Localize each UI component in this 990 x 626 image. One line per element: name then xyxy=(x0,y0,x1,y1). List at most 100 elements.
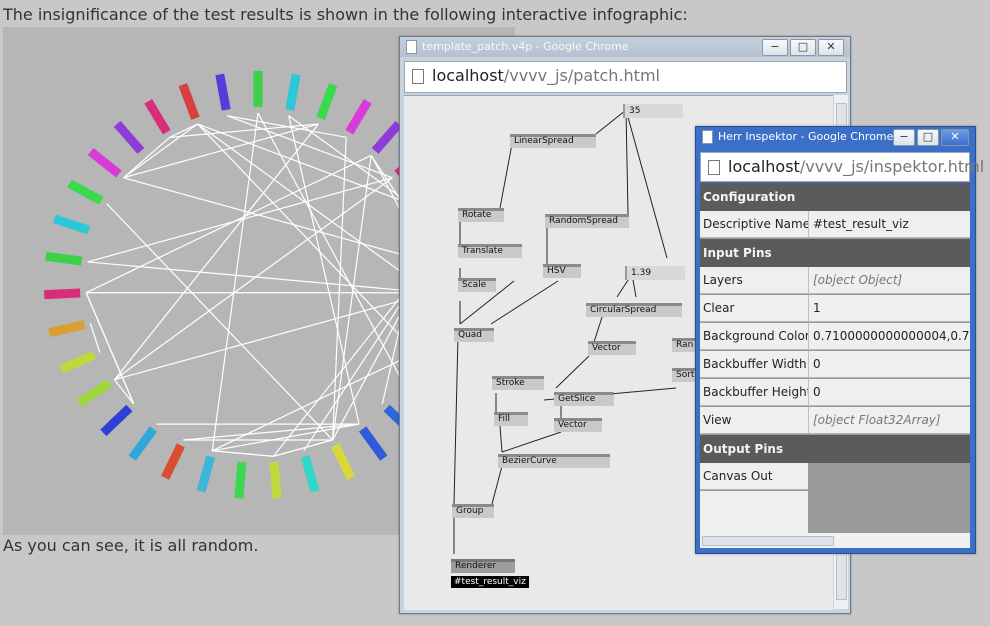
close-button[interactable]: ✕ xyxy=(941,129,969,146)
pin-row-canvas-out: Canvas Out xyxy=(700,463,970,491)
descriptive-name-value[interactable]: #test_result_viz xyxy=(808,211,970,238)
inspektor-window-title: Herr Inspektor - Google Chrome xyxy=(718,130,894,143)
url-path: /vvvv_js/patch.html xyxy=(503,66,660,85)
pin-value[interactable]: 0 xyxy=(808,379,970,406)
node-renderer[interactable]: Renderer xyxy=(451,559,515,573)
close-button[interactable]: ✕ xyxy=(818,39,844,56)
pin-label: Canvas Out xyxy=(700,463,808,490)
color-bar xyxy=(371,120,403,154)
color-bar xyxy=(67,179,104,205)
input-pins-header: Input Pins xyxy=(700,239,970,267)
node-beziercurve[interactable]: BezierCurve xyxy=(498,454,610,468)
web-line xyxy=(87,261,430,294)
node-translate[interactable]: Translate xyxy=(458,244,522,258)
output-pins-header: Output Pins xyxy=(700,435,970,463)
color-bar xyxy=(144,98,171,135)
inspektor-window-titlebar[interactable]: Herr Inspektor - Google Chrome − □ ✕ xyxy=(696,127,975,147)
color-bar xyxy=(113,120,145,154)
pin-value[interactable]: [object Object] xyxy=(808,267,970,294)
pin-row-view: View [object Float32Array] xyxy=(700,407,970,435)
node-iobox-1-39[interactable]: 1.39 xyxy=(625,266,685,280)
color-bar xyxy=(345,98,372,135)
web-line xyxy=(288,115,360,425)
color-bar xyxy=(215,73,231,111)
minimize-button[interactable]: − xyxy=(893,129,915,146)
node-iobox-35[interactable]: 35 xyxy=(623,104,683,118)
pin-value[interactable]: [object Float32Array] xyxy=(808,407,970,434)
color-bar xyxy=(100,404,133,437)
color-bar xyxy=(44,288,81,300)
node-quad[interactable]: Quad xyxy=(454,328,494,342)
color-bar xyxy=(196,455,215,493)
color-bar xyxy=(59,350,97,374)
color-bar xyxy=(53,214,91,235)
maximize-button[interactable]: □ xyxy=(917,129,939,146)
color-bar xyxy=(45,251,83,266)
node-fill[interactable]: Fill xyxy=(494,412,528,426)
web-line xyxy=(197,123,410,205)
node-vector-2[interactable]: Vector xyxy=(554,418,602,432)
pin-value xyxy=(808,463,970,490)
web-line xyxy=(227,115,347,138)
minimize-button[interactable]: − xyxy=(762,39,788,56)
url-host: localhost xyxy=(728,157,800,176)
pin-label: Clear xyxy=(700,295,808,322)
node-sort[interactable]: Sort xyxy=(672,368,696,382)
web-line xyxy=(212,450,274,457)
color-bar xyxy=(234,461,247,499)
pin-label: Background Color xyxy=(700,323,810,350)
color-bar xyxy=(285,73,301,111)
node-group[interactable]: Group xyxy=(452,504,494,518)
color-bar xyxy=(301,455,320,493)
pin-value[interactable]: 0 xyxy=(808,351,970,378)
node-hsv[interactable]: HSV xyxy=(543,264,581,278)
pin-row-clear: Clear 1 xyxy=(700,295,970,323)
intro-text: The insignificance of the test results i… xyxy=(3,5,688,24)
page-icon xyxy=(406,40,417,54)
node-vector[interactable]: Vector xyxy=(588,341,636,355)
configuration-header: Configuration xyxy=(700,183,970,211)
inspektor-browser-window[interactable]: Herr Inspektor - Google Chrome − □ ✕ loc… xyxy=(695,126,984,554)
web-line xyxy=(273,439,333,457)
node-linearspread[interactable]: LinearSpread xyxy=(510,134,596,148)
url-host: localhost xyxy=(432,66,504,85)
pin-value[interactable]: 1 xyxy=(808,295,970,322)
color-bar xyxy=(331,443,355,480)
pin-value[interactable]: 0.7100000000000004,0.7 xyxy=(808,323,970,350)
outro-text: As you can see, it is all random. xyxy=(3,536,259,555)
pin-label: Backbuffer Height xyxy=(700,379,811,406)
scrollbar-thumb[interactable] xyxy=(702,536,834,546)
web-line xyxy=(114,292,430,381)
web-line xyxy=(123,177,429,263)
web-line xyxy=(123,123,319,179)
pin-label: View xyxy=(700,407,808,434)
web-line xyxy=(332,137,347,440)
bezier-web xyxy=(85,112,431,457)
inspektor-address-bar[interactable]: localhost/vvvv_js/inspektor.html xyxy=(700,152,984,182)
color-bar xyxy=(128,426,158,461)
pin-row-backbuffer-height: Backbuffer Height 0 xyxy=(700,379,970,407)
node-circularspread[interactable]: CircularSpread xyxy=(586,303,682,317)
pin-label: Backbuffer Width xyxy=(700,351,808,378)
patch-window-titlebar[interactable]: template_patch.v4p - Google Chrome − □ ✕ xyxy=(400,37,850,57)
pin-row-layers: Layers [object Object] xyxy=(700,267,970,295)
node-stroke[interactable]: Stroke xyxy=(492,376,544,390)
descriptive-name-row: Descriptive Name #test_result_viz xyxy=(700,211,970,239)
pin-label: Layers xyxy=(700,267,808,294)
maximize-button[interactable]: □ xyxy=(790,39,816,56)
node-rotate[interactable]: Rotate xyxy=(458,208,504,222)
color-bar xyxy=(178,83,200,120)
inspektor-panel: Configuration Descriptive Name #test_res… xyxy=(700,183,970,533)
node-random[interactable]: Ran xyxy=(672,338,696,352)
pin-row-backbuffer-width: Backbuffer Width 0 xyxy=(700,351,970,379)
node-getslice[interactable]: GetSlice xyxy=(554,392,614,406)
node-scale[interactable]: Scale xyxy=(458,278,496,292)
color-bar xyxy=(316,83,338,120)
inspektor-horizontal-scrollbar[interactable] xyxy=(700,533,970,548)
patch-address-bar[interactable]: localhost/vvvv_js/patch.html xyxy=(404,61,847,93)
web-line xyxy=(106,203,334,441)
pin-row-background-color: Background Color 0.7100000000000004,0.7 xyxy=(700,323,970,351)
color-bar xyxy=(76,379,112,407)
node-randomspread[interactable]: RandomSpread xyxy=(545,214,629,228)
patch-window-title: template_patch.v4p - Google Chrome xyxy=(422,40,629,53)
